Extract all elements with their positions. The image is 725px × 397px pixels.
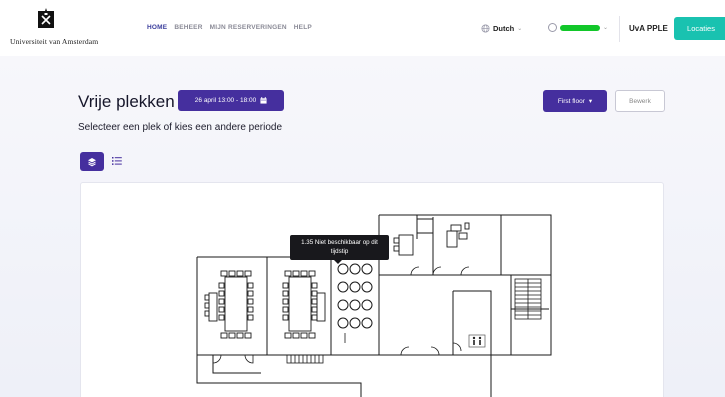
nav-beheer[interactable]: BEHEER — [174, 24, 202, 31]
uva-logo[interactable]: Universiteit van Amsterdam — [10, 6, 138, 50]
list-view-button[interactable] — [109, 153, 125, 169]
date-range-button[interactable]: 26 april 13:00 - 18:00 — [178, 90, 284, 111]
page-title: Vrije plekken — [78, 92, 175, 111]
nav-help[interactable]: HELP — [294, 24, 312, 31]
map-view-button[interactable] — [80, 152, 104, 171]
calendar-icon — [260, 97, 267, 104]
page-subtitle: Selecteer een plek of kies een andere pe… — [78, 122, 283, 133]
stairs — [514, 278, 542, 320]
floor-map-card — [80, 182, 664, 397]
floor-label: First floor — [557, 97, 585, 105]
floor-dropdown[interactable]: First floor ▾ — [543, 90, 607, 112]
redacted-username — [560, 24, 600, 31]
organization-name: UvA PPLE — [629, 24, 668, 33]
tooltip-line-2: tijdstip — [330, 248, 349, 255]
caret-down-icon: ▾ — [588, 98, 593, 105]
room-middle-tables — [282, 270, 326, 339]
layers-icon — [88, 157, 96, 166]
top-header: Universiteit van Amsterdam HOME BEHEER M… — [0, 0, 725, 56]
room-left-tables — [204, 270, 254, 339]
date-range-label: 26 april 13:00 - 18:00 — [194, 97, 257, 104]
main-nav: HOME BEHEER MIJN RESERVERINGEN HELP — [147, 24, 312, 31]
room-top-furniture — [393, 222, 470, 256]
chevron-down-icon: ⌄ — [603, 25, 609, 31]
locations-button[interactable]: Locaties — [674, 17, 725, 40]
list-icon — [112, 157, 122, 165]
floor-plan-map[interactable] — [81, 183, 664, 397]
edit-button[interactable]: Bewerk — [615, 90, 665, 112]
nav-mijn-reserveringen[interactable]: MIJN RESERVERINGEN — [210, 24, 287, 31]
bench-row — [286, 354, 324, 364]
user-icon — [548, 23, 557, 32]
user-menu[interactable]: ⌄ — [548, 23, 608, 32]
seat-tooltip: 1.35 Niet beschikbaar op dit tijdstip — [290, 235, 389, 264]
language-selector[interactable]: Dutch ⌄ — [481, 24, 522, 33]
logo-text: Universiteit van Amsterdam — [10, 37, 99, 46]
language-label: Dutch — [493, 24, 515, 33]
restroom-icon — [468, 334, 486, 348]
uva-crest-icon — [38, 8, 54, 28]
chevron-down-icon: ⌄ — [517, 26, 523, 32]
room-1-35-seats[interactable] — [337, 263, 373, 329]
header-divider — [619, 16, 620, 42]
tooltip-line-1: 1.35 Niet beschikbaar op dit — [301, 239, 378, 246]
nav-home[interactable]: HOME — [147, 24, 167, 31]
globe-icon — [481, 24, 490, 33]
